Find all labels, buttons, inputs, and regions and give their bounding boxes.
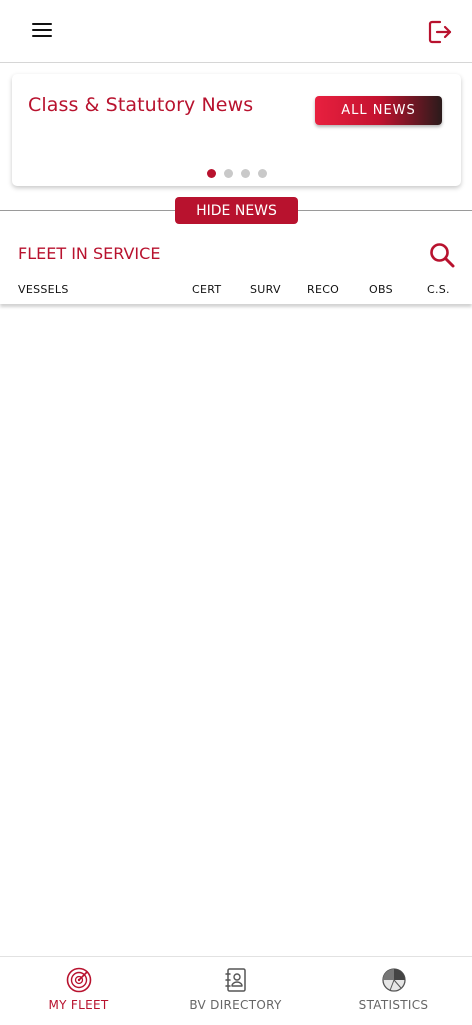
carousel-dot-3[interactable]	[240, 169, 250, 178]
hide-news-button[interactable]: HIDE NEWS	[175, 197, 298, 224]
fleet-section-title: FLEET IN SERVICE	[18, 244, 161, 263]
news-title: Class & Statutory News	[28, 94, 254, 116]
carousel-pagination	[12, 169, 461, 179]
nav-label-my-fleet: MY FLEET	[48, 998, 109, 1012]
top-app-bar	[0, 0, 472, 63]
nav-bv-directory[interactable]: BV DIRECTORY	[157, 957, 314, 1025]
pie-chart-icon	[381, 967, 407, 993]
radar-icon	[66, 967, 92, 993]
contact-book-icon	[223, 967, 249, 993]
column-header-cs[interactable]: C.S.	[427, 283, 450, 296]
nav-label-statistics: STATISTICS	[358, 998, 429, 1012]
nav-label-bv-directory: BV DIRECTORY	[189, 998, 282, 1012]
column-header-surv[interactable]: SURV	[250, 283, 281, 296]
bottom-navigation: MY FLEET BV DIRECTORY STATISTICS	[0, 956, 472, 1025]
search-icon[interactable]	[428, 241, 456, 269]
nav-my-fleet[interactable]: MY FLEET	[0, 957, 157, 1025]
column-header-cert[interactable]: CERT	[192, 283, 221, 296]
column-header-reco[interactable]: RECO	[307, 283, 339, 296]
column-header-vessels[interactable]: VESSELS	[18, 283, 69, 296]
all-news-button[interactable]: ALL NEWS	[315, 96, 442, 125]
logout-icon[interactable]	[426, 18, 456, 46]
nav-statistics[interactable]: STATISTICS	[315, 957, 472, 1025]
news-carousel-card[interactable]: Class & Statutory News ALL NEWS	[12, 74, 461, 186]
hamburger-menu-icon[interactable]	[28, 18, 58, 44]
carousel-dot-1[interactable]	[206, 169, 216, 178]
fleet-table-header: VESSELS CERT SURV RECO OBS C.S.	[0, 280, 472, 304]
carousel-dot-2[interactable]	[223, 169, 233, 178]
carousel-dot-4[interactable]	[257, 169, 267, 178]
column-header-obs[interactable]: OBS	[369, 283, 393, 296]
